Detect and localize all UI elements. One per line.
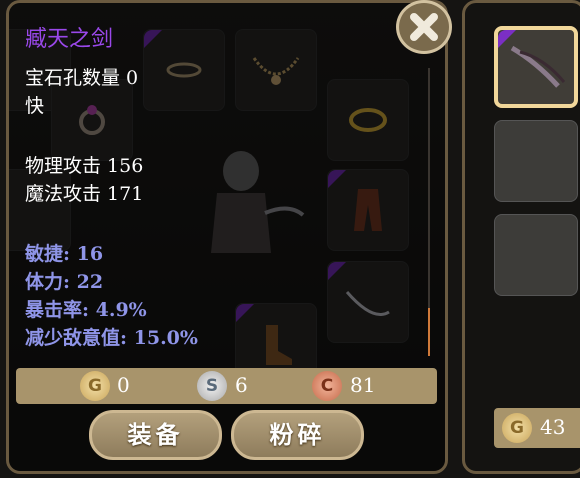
equip-slot-necklace[interactable] <box>235 29 317 111</box>
info-scrollbar-thumb[interactable] <box>428 308 430 356</box>
equip-slot-legs[interactable] <box>327 169 409 251</box>
belt-icon <box>166 62 202 78</box>
inventory-gold-amount: 43 <box>540 415 566 439</box>
ring-icon <box>79 105 105 135</box>
inventory-gold-display: G 43 <box>494 408 580 448</box>
equip-slot-ring-left[interactable] <box>51 79 133 161</box>
equip-slot-weapon[interactable] <box>327 261 409 343</box>
equip-slot-ring-right[interactable] <box>327 79 409 161</box>
equip-button[interactable]: 装备 <box>89 410 222 460</box>
necklace-icon <box>252 57 300 85</box>
sword-icon <box>345 291 390 316</box>
equip-slot-armor[interactable] <box>143 29 225 111</box>
close-icon <box>410 13 438 41</box>
scythe-sword-icon <box>510 45 566 88</box>
pants-icon <box>354 189 382 231</box>
inventory-slot[interactable] <box>494 214 578 296</box>
gold-amount: 0 <box>117 373 130 397</box>
item-detail-panel: 臧天之剑 宝石孔数量 0 快 物理攻击 156 魔法攻击 171 敏捷: 16 … <box>6 0 448 474</box>
gold-ring-icon <box>349 108 387 132</box>
silver-coin-icon: S <box>197 371 227 401</box>
copper-coin-icon: C <box>312 371 342 401</box>
physical-attack: 物理攻击 156 <box>25 155 144 177</box>
gem-slot-count: 宝石孔数量 0 <box>25 67 139 89</box>
character-avatar <box>211 151 305 253</box>
stat-stamina: 体力: 22 <box>25 271 104 293</box>
stat-agility: 敏捷: 16 <box>25 243 104 265</box>
magic-attack: 魔法攻击 171 <box>25 183 144 205</box>
gold-coin-icon: G <box>502 413 532 443</box>
inventory-slot[interactable] <box>494 120 578 202</box>
item-name: 臧天之剑 <box>25 27 114 52</box>
stat-threat-reduction: 减少敌意值: 15.0% <box>25 327 198 349</box>
smash-button[interactable]: 粉碎 <box>231 410 364 460</box>
attack-speed: 快 <box>25 95 45 117</box>
close-button[interactable] <box>396 0 452 54</box>
boots-icon <box>266 325 292 365</box>
copper-amount: 81 <box>350 373 376 397</box>
gold-coin-icon: G <box>80 371 110 401</box>
inventory-slot-selected[interactable] <box>494 26 578 108</box>
stat-crit-rate: 暴击率: 4.9% <box>25 299 147 321</box>
currency-bar: G 0 S 6 C 81 <box>16 368 437 404</box>
silver-amount: 6 <box>235 373 248 397</box>
